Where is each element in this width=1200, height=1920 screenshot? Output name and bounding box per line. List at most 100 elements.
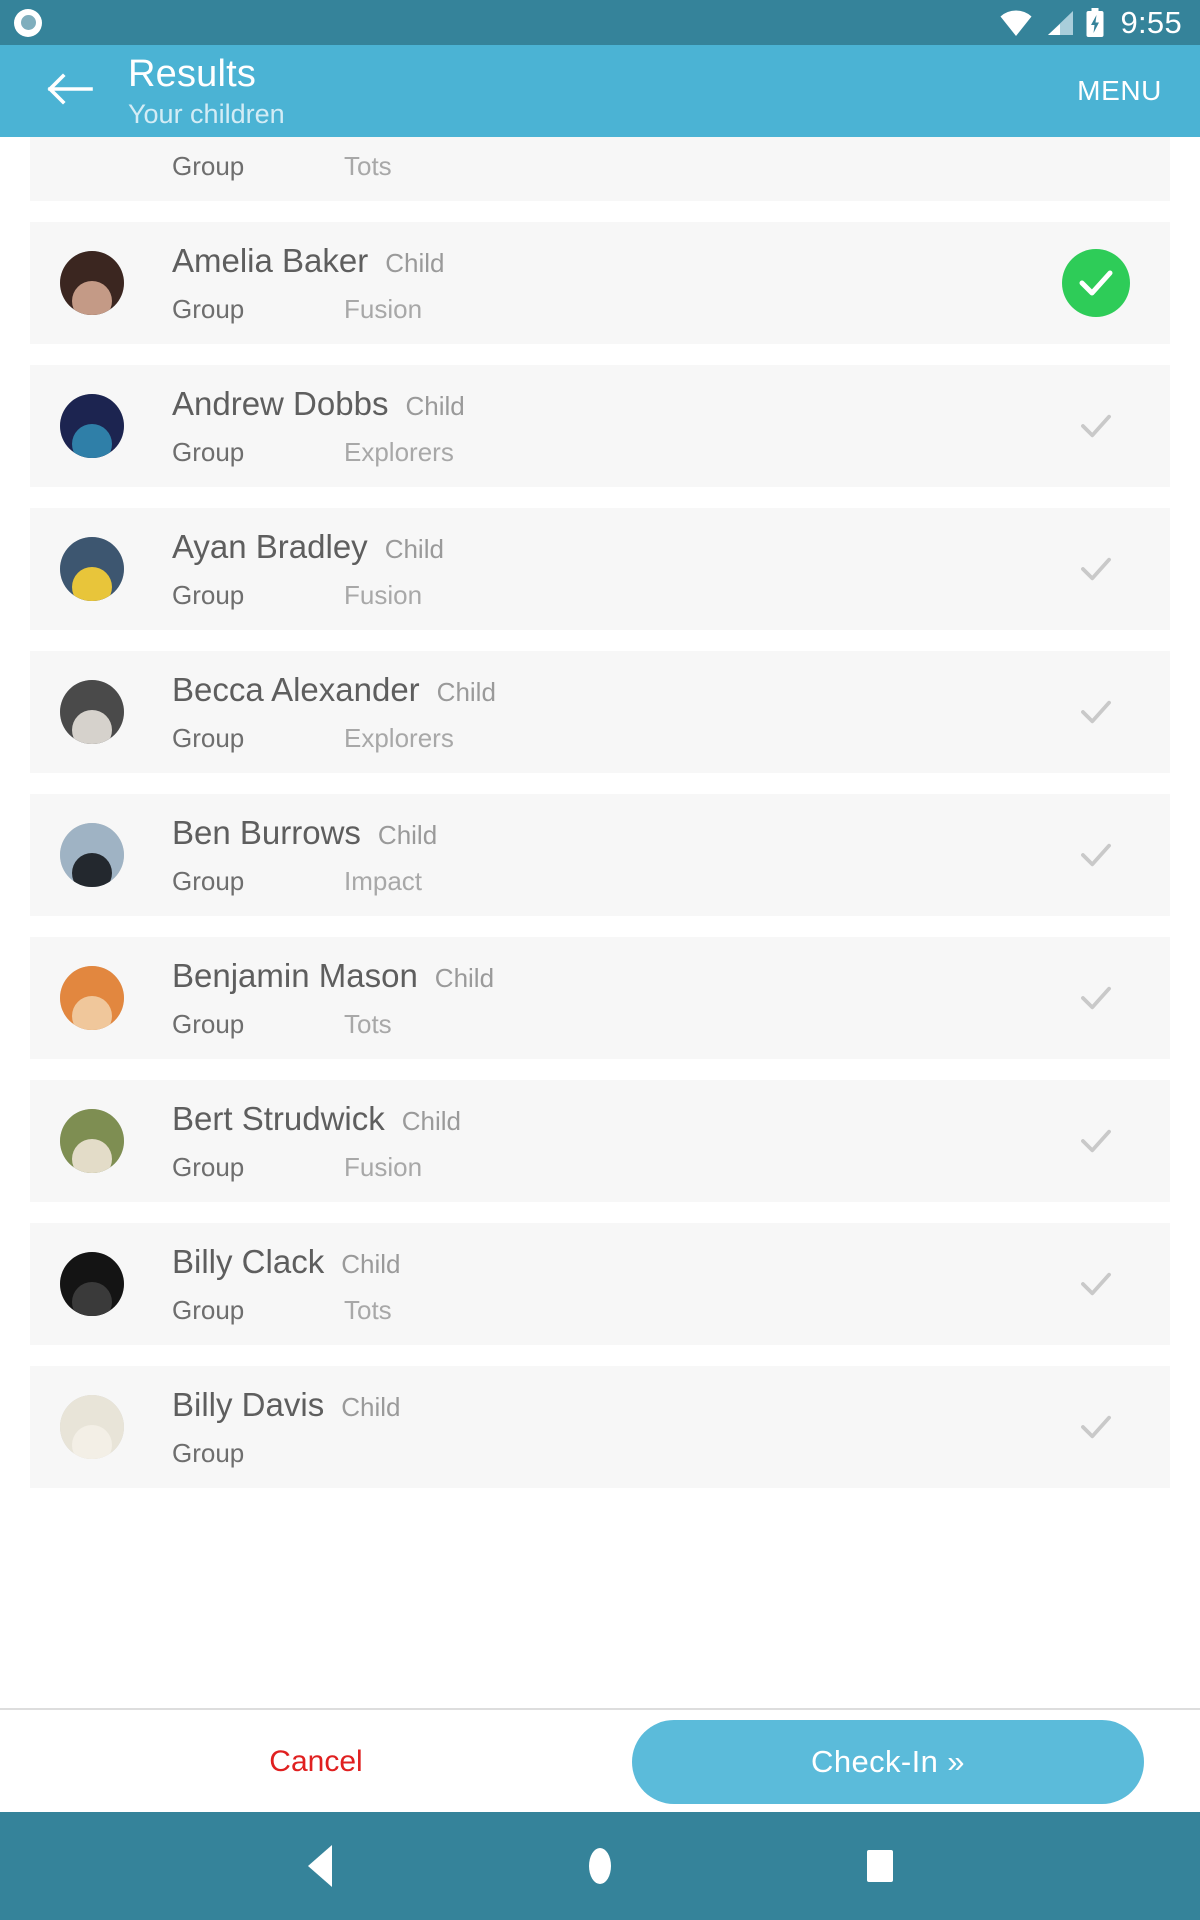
status-bar-left <box>14 8 42 37</box>
action-bar: Cancel Check-In » <box>0 1708 1200 1814</box>
group-label: Group <box>172 1438 245 1468</box>
check-toggle[interactable] <box>1050 1238 1142 1330</box>
person-name: Ayan Bradley <box>172 528 368 565</box>
person-type-label: Child <box>384 534 444 564</box>
person-name: Ben Burrows <box>172 814 361 851</box>
check-icon <box>1081 843 1111 867</box>
avatar <box>60 537 124 601</box>
avatar <box>60 680 124 744</box>
avatar <box>60 1109 124 1173</box>
table-row[interactable]: Benjamin Mason Child Group Tots <box>30 937 1170 1059</box>
row-text: Billy Davis Child Group <box>172 1386 1038 1468</box>
person-name: Andrew Dobbs <box>172 385 389 422</box>
android-nav-bar <box>0 1812 1200 1920</box>
battery-charging-icon <box>1085 7 1105 38</box>
person-name: Billy Clack <box>172 1243 325 1280</box>
row-text: Ayan Bradley Child Group Fusion <box>172 528 1038 610</box>
group-label: Group <box>172 866 245 896</box>
table-row[interactable]: Andrew Dobbs Child Group Explorers <box>30 365 1170 487</box>
status-bar-clock: 9:55 <box>1120 4 1182 40</box>
avatar <box>60 1395 124 1459</box>
check-in-button[interactable]: Check-In » <box>632 1720 1144 1804</box>
check-toggle[interactable] <box>1050 809 1142 901</box>
person-type-label: Child <box>385 248 445 278</box>
group-value: Tots <box>344 1009 392 1039</box>
row-secondary-line: Group Tots <box>172 1295 1038 1325</box>
group-label: Group <box>172 723 245 753</box>
table-row[interactable]: Ayan Bradley Child Group Fusion <box>30 508 1170 630</box>
arrow-left-icon <box>47 71 93 112</box>
table-row[interactable]: Billy Clack Child Group Tots <box>30 1223 1170 1345</box>
row-secondary-line: Group Tots <box>172 1009 1038 1039</box>
person-name: Amelia Baker <box>172 242 369 279</box>
row-secondary-line: Group Tots <box>172 151 1038 181</box>
nav-back-button[interactable] <box>285 1831 355 1901</box>
table-row[interactable]: Billy Davis Child Group <box>30 1366 1170 1488</box>
page-title: Results <box>128 52 257 95</box>
person-type-label: Child <box>434 963 495 993</box>
menu-button[interactable]: MENU <box>1061 61 1178 121</box>
group-label: Group <box>172 580 245 610</box>
screen-record-icon <box>14 8 42 37</box>
person-name: Billy Davis <box>172 1386 325 1423</box>
people-list-scroll[interactable]: Group Tots Amelia Baker Child Group Fusion A… <box>0 137 1200 1708</box>
group-label: Group <box>172 437 245 467</box>
table-row[interactable]: Ben Burrows Child Group Impact <box>30 794 1170 916</box>
person-name: Benjamin Mason <box>172 957 418 994</box>
group-label: Group <box>172 1152 245 1182</box>
row-text: Amelia Baker Child Group Fusion <box>172 242 1050 324</box>
people-list: Group Tots Amelia Baker Child Group Fusion A… <box>0 137 1200 1488</box>
table-row[interactable]: Amelia Baker Child Group Fusion <box>30 222 1170 344</box>
row-text: Bert Strudwick Child Group Fusion <box>172 1100 1038 1182</box>
nav-home-icon <box>589 1848 611 1884</box>
check-toggle[interactable] <box>1050 523 1142 615</box>
cancel-button[interactable]: Cancel <box>0 1744 632 1780</box>
nav-recents-button[interactable] <box>845 1831 915 1901</box>
avatar <box>60 1252 124 1316</box>
check-toggle[interactable] <box>1050 380 1142 472</box>
check-toggle[interactable] <box>1050 1095 1142 1187</box>
row-secondary-line: Group Explorers <box>172 723 1038 753</box>
row-primary-line: Billy Davis Child <box>172 1386 1038 1424</box>
group-label: Group <box>172 1295 245 1325</box>
row-secondary-line: Group Fusion <box>172 294 1050 324</box>
row-text: Andrew Dobbs Child Group Explorers <box>172 385 1038 467</box>
check-toggle[interactable] <box>1050 952 1142 1044</box>
row-secondary-line: Group Fusion <box>172 580 1038 610</box>
person-name: Becca Alexander <box>172 671 420 708</box>
avatar <box>60 823 124 887</box>
table-row[interactable]: Bert Strudwick Child Group Fusion <box>30 1080 1170 1202</box>
person-type-label: Child <box>341 1249 401 1279</box>
page-subtitle: Your children <box>128 98 285 129</box>
row-secondary-line: Group Explorers <box>172 437 1038 467</box>
group-value: Tots <box>344 1295 392 1325</box>
back-button[interactable] <box>42 63 98 119</box>
row-primary-line: Benjamin Mason Child <box>172 957 1038 995</box>
table-row[interactable]: Becca Alexander Child Group Explorers <box>30 651 1170 773</box>
row-primary-line: Andrew Dobbs Child <box>172 385 1038 423</box>
check-toggle-selected[interactable] <box>1062 249 1130 317</box>
group-label: Group <box>172 151 245 181</box>
table-row[interactable]: Group Tots <box>30 137 1170 201</box>
avatar <box>60 251 124 315</box>
check-icon <box>1081 414 1111 438</box>
check-icon <box>1081 986 1111 1010</box>
app-bar: Results Your children MENU <box>0 45 1200 137</box>
app-screen: 9:55 Results Your children MENU Group To… <box>0 0 1200 1920</box>
group-value: Fusion <box>344 580 423 610</box>
nav-back-icon <box>308 1845 332 1887</box>
nav-home-button[interactable] <box>565 1831 635 1901</box>
wifi-icon <box>999 9 1033 37</box>
row-secondary-line: Group Fusion <box>172 1152 1038 1182</box>
avatar <box>60 966 124 1030</box>
row-text: Billy Clack Child Group Tots <box>172 1243 1038 1325</box>
check-icon <box>1081 1129 1111 1153</box>
group-value: Explorers <box>344 437 454 467</box>
check-toggle[interactable] <box>1050 666 1142 758</box>
check-icon <box>1081 1415 1111 1439</box>
check-icon <box>1081 1272 1111 1296</box>
person-type-label: Child <box>341 1392 401 1422</box>
group-label: Group <box>172 1009 245 1039</box>
check-toggle[interactable] <box>1050 1381 1142 1473</box>
person-name: Bert Strudwick <box>172 1100 385 1137</box>
